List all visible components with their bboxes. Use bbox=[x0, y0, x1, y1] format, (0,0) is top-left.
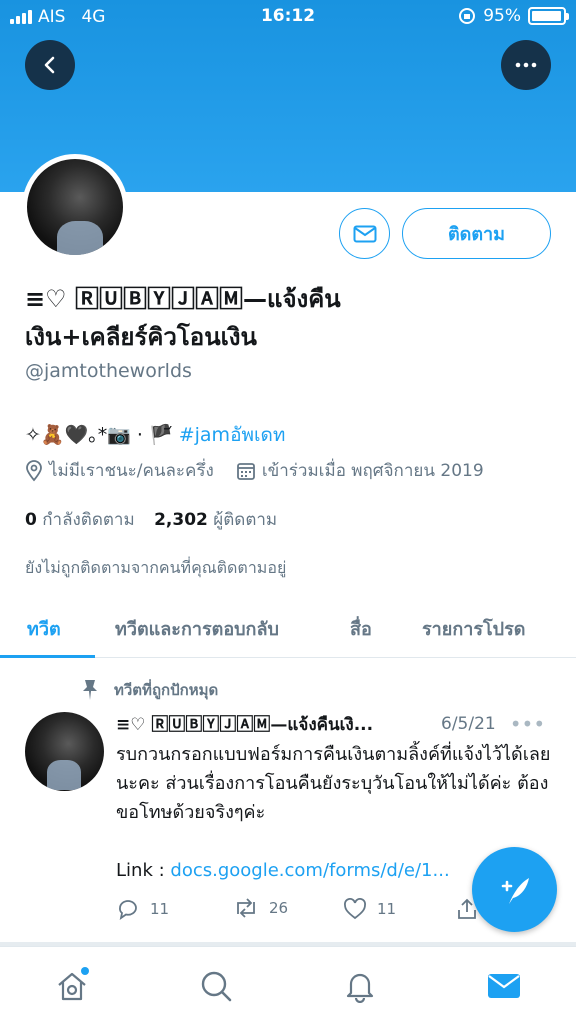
orientation-lock-icon bbox=[459, 8, 476, 24]
tweet-author-name[interactable]: ≡♡ 🅁🅄🄱🅈🄹🄰🄼—แจ้งคืนเงิ... bbox=[116, 710, 431, 738]
bio-text: ✧🧸🖤｡*📷 · 🏴᷄ bbox=[25, 424, 179, 446]
tab-tweets[interactable]: ทวีต bbox=[27, 614, 61, 643]
following-label: กำลังติดตาม bbox=[42, 510, 135, 530]
followers-label: ผู้ติดตาม bbox=[213, 510, 278, 530]
followed-by-context: ยังไม่ถูกติดตามจากคนที่คุณติดตามอยู่ bbox=[25, 558, 287, 577]
profile-avatar[interactable] bbox=[22, 154, 128, 260]
location-icon bbox=[26, 459, 42, 481]
reply-button[interactable]: 11 bbox=[116, 898, 169, 920]
status-bar: AIS 4G 16:12 95% bbox=[0, 0, 576, 34]
followers-link[interactable]: 2,302 ผู้ติดตาม bbox=[154, 510, 277, 530]
tweet-text: รบกวนกรอกแบบฟอร์มการคืนเงินตามลิ้งค์ที่แ… bbox=[116, 744, 551, 823]
profile-meta: ไม่มีเราชนะ/คนละครึ่ง เข้าร่วมเมื่อ พฤศจ… bbox=[25, 457, 484, 484]
mail-icon bbox=[353, 225, 376, 242]
profile-joined: เข้าร่วมเมื่อ พฤศจิกายน 2019 bbox=[261, 461, 484, 481]
active-tab-indicator bbox=[0, 655, 95, 658]
notifications-icon bbox=[346, 973, 374, 1003]
tab-tweets-and-replies[interactable]: ทวีตและการตอบกลับ bbox=[115, 614, 279, 643]
tweet-actions: 11 26 11 bbox=[116, 898, 486, 926]
pinned-label: ทวีตที่ถูกปักหมุด bbox=[114, 681, 219, 699]
profile-handle: @jamtotheworlds bbox=[25, 360, 192, 382]
reply-icon bbox=[119, 900, 137, 920]
profile-bio: ✧🧸🖤｡*📷 · 🏴᷄ #jamอัพเดท bbox=[25, 420, 285, 450]
profile-stats: 0 กำลังติดตาม 2,302 ผู้ติดตาม bbox=[25, 506, 277, 533]
followers-count: 2,302 bbox=[154, 510, 208, 530]
more-icon bbox=[515, 62, 537, 68]
link-prefix: Link : bbox=[116, 860, 165, 881]
search-icon bbox=[201, 971, 232, 1002]
compose-tweet-button[interactable] bbox=[472, 847, 557, 932]
home-notification-dot bbox=[81, 967, 89, 975]
profile-tabs: ทวีต ทวีตและการตอบกลับ สื่อ รายการโปรด bbox=[0, 600, 576, 658]
tab-media[interactable]: สื่อ bbox=[350, 614, 372, 643]
battery-percent: 95% bbox=[483, 6, 521, 26]
battery-icon bbox=[528, 7, 569, 25]
tweet-date: 6/5/21 bbox=[441, 714, 496, 734]
following-link[interactable]: 0 กำลังติดตาม bbox=[25, 510, 135, 530]
nav-home[interactable] bbox=[53, 967, 91, 1005]
retweet-count: 26 bbox=[269, 899, 289, 917]
messages-icon bbox=[488, 974, 520, 998]
reply-count: 11 bbox=[150, 900, 170, 918]
calendar-icon bbox=[236, 462, 255, 480]
following-count: 0 bbox=[25, 510, 37, 530]
message-button[interactable] bbox=[339, 208, 390, 259]
back-arrow-icon bbox=[44, 56, 55, 74]
compose-icon bbox=[501, 877, 529, 904]
like-icon bbox=[344, 898, 366, 920]
like-button[interactable]: 11 bbox=[343, 898, 396, 920]
bottom-navigation bbox=[0, 946, 576, 1024]
retweet-icon bbox=[237, 898, 255, 918]
pinned-indicator: ทวีตที่ถูกปักหมุด bbox=[80, 678, 218, 702]
retweet-button[interactable]: 26 bbox=[233, 898, 288, 918]
nav-notifications[interactable] bbox=[341, 967, 379, 1005]
follow-button[interactable]: ติดตาม bbox=[402, 208, 551, 259]
back-button[interactable] bbox=[25, 40, 75, 90]
tweet-link-line: Link : docs.google.com/forms/d/e/1... bbox=[116, 860, 476, 881]
like-count: 11 bbox=[377, 900, 397, 918]
tweet-header: ≡♡ 🅁🅄🄱🅈🄹🄰🄼—แจ้งคืนเงิ... 6/5/21 ••• bbox=[116, 710, 556, 738]
pin-icon bbox=[83, 680, 97, 700]
bio-hashtag[interactable]: #jamอัพเดท bbox=[179, 424, 286, 446]
more-options-button[interactable] bbox=[501, 40, 551, 90]
nav-messages[interactable] bbox=[485, 967, 523, 1005]
tab-likes[interactable]: รายการโปรด bbox=[422, 614, 525, 643]
profile-location: ไม่มีเราชนะ/คนละครึ่ง bbox=[49, 461, 214, 481]
profile-name: ≡♡ 🅁🅄🄱🅈🄹🄰🄼—แจ้งคืนเงิน+เคลียร์คิวโอนเงิน bbox=[25, 285, 341, 351]
nav-search[interactable] bbox=[197, 967, 235, 1005]
tweet-more-button[interactable]: ••• bbox=[510, 712, 545, 736]
tweet-author-avatar[interactable] bbox=[25, 712, 104, 791]
tweet-link[interactable]: docs.google.com/forms/d/e/1... bbox=[170, 860, 449, 881]
